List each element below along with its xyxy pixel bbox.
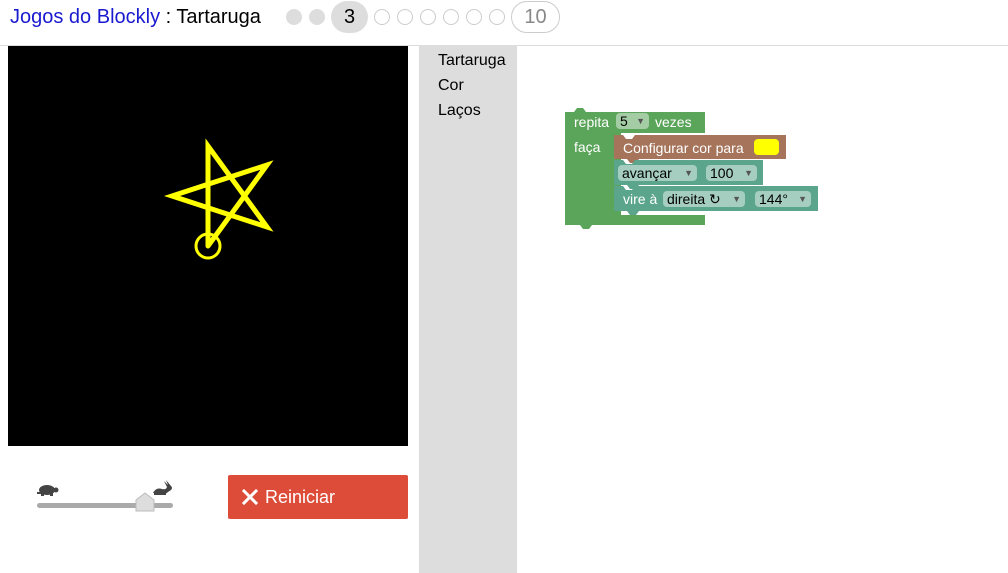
turn-direction-value: direita ↻ xyxy=(667,191,721,207)
level-7-dot[interactable] xyxy=(443,9,459,25)
speed-knob[interactable] xyxy=(135,492,155,512)
dropdown-arrow-icon: ▼ xyxy=(732,194,741,204)
level-selector: 3 10 xyxy=(286,0,560,34)
level-1-dot[interactable] xyxy=(286,9,302,25)
star-drawing xyxy=(163,138,274,249)
move-distance-value: 100 xyxy=(710,165,734,181)
blockly-games-link[interactable]: Jogos do Blockly xyxy=(10,6,160,28)
repeat-count-dropdown[interactable]: 5 ▼ xyxy=(616,113,649,129)
reset-label: Reiniciar xyxy=(265,487,336,507)
toolbox-category-color[interactable]: Cor xyxy=(438,76,464,96)
dropdown-arrow-icon: ▼ xyxy=(684,168,693,178)
level-5-dot[interactable] xyxy=(397,9,413,25)
dropdown-arrow-icon: ▼ xyxy=(798,194,807,204)
dropdown-arrow-icon: ▼ xyxy=(636,116,645,126)
block-workspace[interactable]: repita 5 ▼ vezes faça Configurar cor par… xyxy=(517,46,1008,573)
game-title: Tartaruga xyxy=(176,6,261,28)
turtle-slow-icon xyxy=(37,485,59,496)
toolbox-category-turtle[interactable]: Tartaruga xyxy=(438,51,506,71)
move-direction-dropdown[interactable]: avançar ▼ xyxy=(618,165,697,181)
repeat-suffix: vezes xyxy=(655,114,692,130)
level-8-dot[interactable] xyxy=(466,9,482,25)
turn-angle-value: 144° xyxy=(759,191,788,207)
header-bar: Jogos do Blockly : Tartaruga 3 10 xyxy=(0,0,1008,46)
level-4-dot[interactable] xyxy=(374,9,390,25)
title-separator: : xyxy=(165,6,172,28)
toolbox-category-loops[interactable]: Laços xyxy=(438,101,481,121)
color-swatch[interactable] xyxy=(754,139,779,155)
turn-direction-dropdown[interactable]: direita ↻ ▼ xyxy=(663,191,745,207)
close-icon xyxy=(241,488,259,506)
block-toolbox: Tartaruga Cor Laços xyxy=(419,46,517,573)
speed-slider[interactable] xyxy=(30,478,180,518)
repeat-do-label: faça xyxy=(574,139,601,155)
page-title: Jogos do Blockly : Tartaruga xyxy=(10,5,261,29)
repeat-count-value: 5 xyxy=(620,113,628,129)
repeat-label: repita xyxy=(574,114,610,130)
reset-button[interactable]: Reiniciar xyxy=(228,475,408,519)
turn-angle-dropdown[interactable]: 144° ▼ xyxy=(755,191,811,207)
turtle-canvas xyxy=(8,46,408,446)
level-current[interactable]: 3 xyxy=(331,1,368,33)
turn-label: vire à xyxy=(623,191,658,207)
level-9-dot[interactable] xyxy=(489,9,505,25)
level-6-dot[interactable] xyxy=(420,9,436,25)
level-2-dot[interactable] xyxy=(309,9,325,25)
move-distance-dropdown[interactable]: 100 ▼ xyxy=(706,165,757,181)
dropdown-arrow-icon: ▼ xyxy=(744,168,753,178)
set-color-label: Configurar cor para xyxy=(623,140,744,156)
level-last[interactable]: 10 xyxy=(511,1,560,33)
move-direction-value: avançar xyxy=(622,165,672,181)
